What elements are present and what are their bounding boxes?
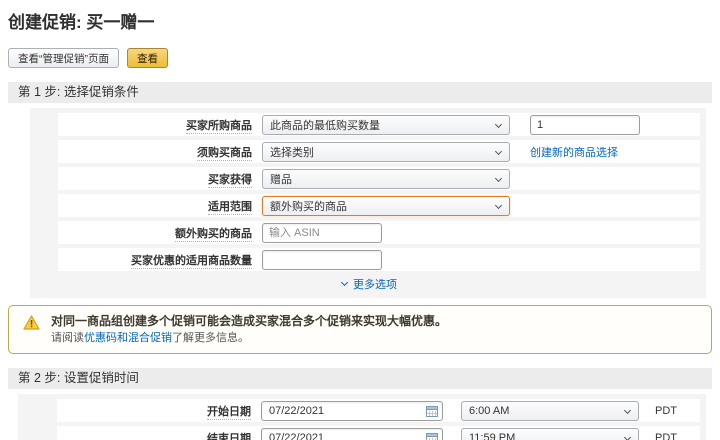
form-row-buyer-purchases: 买家所购商品 此商品的最低购买数量 bbox=[58, 113, 700, 136]
start-date-input[interactable] bbox=[261, 400, 443, 421]
chevron-down-icon bbox=[340, 278, 349, 287]
warning-title: 对同一商品组创建多个促销可能会造成买家混合多个促销来实现大幅优惠。 bbox=[51, 314, 448, 328]
step1-header: 第 1 步: 选择促销条件 bbox=[8, 82, 712, 103]
create-product-selection-link[interactable]: 创建新的商品选择 bbox=[530, 144, 618, 160]
start-time-select[interactable]: 6:00 AM bbox=[461, 400, 639, 421]
warning-box: 对同一商品组创建多个促销可能会造成买家混合多个促销来实现大幅优惠。 请阅读优惠码… bbox=[8, 305, 712, 354]
step2-form: 开始日期 6:00 AM PD bbox=[18, 394, 706, 440]
form-row-purchased-items: 须购买商品 选择类别 创建新的商品选择 bbox=[58, 140, 700, 163]
chevron-down-icon bbox=[494, 147, 503, 155]
chevron-down-icon bbox=[494, 201, 503, 209]
form-row-additional-items: 额外购买的商品 bbox=[58, 221, 700, 244]
end-time-select-value: 11:59 PM bbox=[469, 431, 516, 440]
benefit-quantity-input[interactable] bbox=[262, 249, 382, 270]
end-date-label: 结束日期 bbox=[57, 430, 251, 440]
buyer-purchases-select[interactable]: 此商品的最低购买数量 bbox=[262, 114, 510, 135]
calendar-icon[interactable] bbox=[426, 405, 438, 417]
applies-to-label: 适用范围 bbox=[208, 200, 252, 215]
chevron-down-icon bbox=[623, 406, 632, 414]
step2-header: 第 2 步: 设置促销时间 bbox=[8, 368, 712, 389]
calendar-icon[interactable] bbox=[426, 432, 438, 440]
end-date-input[interactable] bbox=[261, 427, 443, 440]
form-row-end-date: 结束日期 11:59 PM P bbox=[57, 426, 700, 440]
view-button[interactable]: 查看 bbox=[127, 48, 168, 68]
applies-to-select-value: 额外购买的商品 bbox=[270, 200, 347, 213]
buyer-gets-select-value: 赠品 bbox=[270, 173, 292, 186]
view-manage-promotions-button[interactable]: 查看“管理促销”页面 bbox=[8, 48, 119, 68]
purchased-items-label: 须购买商品 bbox=[197, 146, 252, 161]
form-row-more-options: 更多选项 bbox=[58, 275, 700, 293]
page-title: 创建促销: 买一赠一 bbox=[8, 13, 155, 32]
form-row-benefit-quantity: 买家优惠的适用商品数量 bbox=[58, 248, 700, 271]
promo-codes-mixed-promotions-link[interactable]: 优惠码和混合促销 bbox=[84, 332, 172, 344]
warning-triangle-icon bbox=[23, 315, 40, 330]
start-date-field bbox=[261, 400, 443, 421]
end-timezone-label: PDT bbox=[655, 431, 677, 440]
chevron-down-icon bbox=[623, 433, 632, 440]
purchased-items-select-value: 选择类别 bbox=[270, 146, 314, 159]
toolbar: 查看“管理促销”页面 查看 bbox=[8, 48, 712, 68]
warning-body: 请阅读优惠码和混合促销了解更多信息。 bbox=[51, 332, 249, 344]
buyer-purchases-select-value: 此商品的最低购买数量 bbox=[270, 119, 380, 132]
chevron-down-icon bbox=[494, 174, 503, 182]
asin-input[interactable] bbox=[262, 222, 382, 243]
more-options-link[interactable]: 更多选项 bbox=[340, 276, 397, 292]
start-time-select-value: 6:00 AM bbox=[469, 404, 510, 417]
buyer-purchases-label: 买家所购商品 bbox=[186, 119, 252, 134]
create-promotion-page: 创建促销: 买一赠一 查看“管理促销”页面 查看 第 1 步: 选择促销条件 买… bbox=[0, 0, 720, 440]
buyer-gets-label: 买家获得 bbox=[208, 173, 252, 188]
step1-form: 买家所购商品 此商品的最低购买数量 须购买商品 选择类别 创建新的商品选择 买家… bbox=[30, 108, 706, 298]
applies-to-select[interactable]: 额外购买的商品 bbox=[262, 195, 510, 216]
minimum-quantity-input[interactable] bbox=[530, 114, 640, 135]
start-timezone-label: PDT bbox=[655, 404, 677, 417]
buyer-gets-select[interactable]: 赠品 bbox=[262, 168, 510, 189]
warning-text: 对同一商品组创建多个促销可能会造成买家混合多个促销来实现大幅优惠。 请阅读优惠码… bbox=[51, 313, 447, 346]
end-date-field bbox=[261, 427, 443, 440]
end-time-select[interactable]: 11:59 PM bbox=[461, 427, 639, 440]
form-row-buyer-gets: 买家获得 赠品 bbox=[58, 167, 700, 190]
start-date-label: 开始日期 bbox=[207, 405, 251, 420]
chevron-down-icon bbox=[494, 120, 503, 128]
benefit-quantity-label: 买家优惠的适用商品数量 bbox=[131, 254, 252, 269]
form-row-start-date: 开始日期 6:00 AM PD bbox=[57, 399, 700, 422]
purchased-items-select[interactable]: 选择类别 bbox=[262, 141, 510, 162]
additional-items-label: 额外购买的商品 bbox=[175, 227, 252, 242]
form-row-applies-to: 适用范围 额外购买的商品 bbox=[58, 194, 700, 217]
